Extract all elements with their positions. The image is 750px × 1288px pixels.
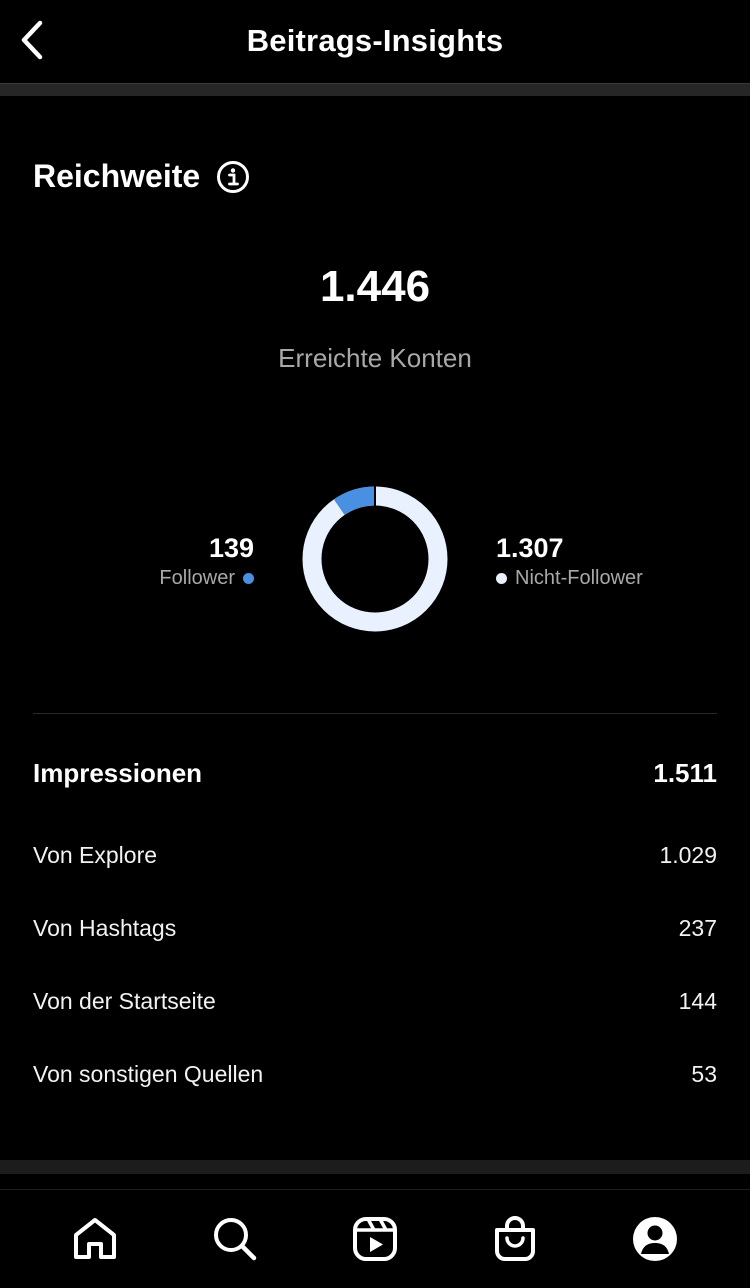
reach-label: Erreichte Konten — [278, 343, 472, 373]
home-icon — [74, 1218, 116, 1259]
tab-home[interactable] — [60, 1204, 130, 1274]
non-followers-label: Nicht-Follower — [515, 567, 643, 589]
impressions-row: Impressionen 1.511 — [33, 758, 717, 789]
chevron-left-icon — [21, 20, 43, 60]
impression-source-label: Von Hashtags — [33, 915, 177, 941]
impression-source-value: 144 — [678, 988, 717, 1014]
legend-non-followers: 1.307 Nicht-Follower — [496, 532, 643, 592]
search-icon — [214, 1218, 257, 1261]
section-divider — [33, 713, 717, 714]
impression-source-label: Von sonstigen Quellen — [33, 1061, 264, 1087]
reach-donut-chart — [302, 486, 448, 632]
reach-section-title: Reichweite — [33, 158, 250, 195]
tab-reels[interactable] — [340, 1204, 410, 1274]
shop-icon — [495, 1216, 535, 1261]
header-divider — [0, 83, 750, 96]
followers-dot — [243, 572, 254, 584]
donut-segment-non-followers — [302, 486, 448, 632]
header: Beitrags-Insights — [0, 0, 750, 82]
list-item: Von der Startseite 144 — [33, 988, 717, 1015]
list-item: Von sonstigen Quellen 53 — [33, 1061, 717, 1088]
tab-profile[interactable] — [620, 1204, 690, 1274]
reach-value: 1.446 — [319, 262, 431, 311]
followers-label: Follower — [159, 567, 235, 589]
tab-shop[interactable] — [480, 1204, 550, 1274]
reach-heading: Reichweite — [33, 158, 201, 194]
impression-source-label: Von Explore — [33, 842, 158, 868]
impression-source-value: 53 — [691, 1061, 717, 1087]
tab-bar — [0, 1190, 750, 1288]
impression-source-label: Von der Startseite — [33, 988, 216, 1014]
bottom-divider — [0, 1160, 750, 1174]
non-followers-value: 1.307 — [496, 533, 564, 563]
non-followers-dot — [496, 572, 507, 584]
reels-icon — [353, 1217, 397, 1261]
back-button[interactable] — [14, 18, 50, 62]
impressions-title: Impressionen — [33, 758, 203, 788]
page-title: Beitrags-Insights — [246, 23, 504, 58]
legend-followers: 139 Follower — [159, 532, 254, 592]
impression-source-value: 1.029 — [659, 842, 717, 868]
list-item: Von Explore 1.029 — [33, 842, 717, 869]
followers-value: 139 — [208, 533, 254, 563]
impression-source-value: 237 — [678, 915, 717, 941]
profile-icon — [633, 1217, 677, 1261]
tab-search[interactable] — [200, 1204, 270, 1274]
list-item: Von Hashtags 237 — [33, 915, 717, 942]
info-icon[interactable] — [216, 160, 250, 194]
impressions-total: 1.511 — [653, 758, 717, 788]
